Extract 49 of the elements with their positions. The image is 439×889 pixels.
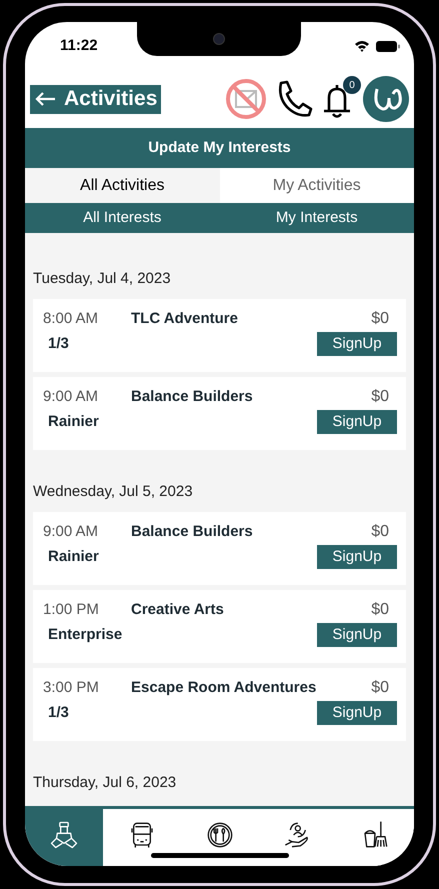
interest-filter-tab[interactable]: My Interests — [220, 203, 414, 233]
date-heading: Tuesday, Jul 4, 2023 — [33, 269, 172, 289]
status-time: 11:22 — [60, 36, 98, 56]
activity-card[interactable]: 9:00 AM Balance Builders $0 Rainier SignUp — [33, 512, 406, 585]
activity-card[interactable]: 9:00 AM Balance Builders $0 Rainier SignUp — [33, 377, 406, 450]
activity-time: 9:00 AM — [43, 386, 100, 407]
activity-price: $0 — [371, 387, 390, 407]
date-heading: Wednesday, Jul 5, 2023 — [33, 482, 194, 502]
activity-location: Rainier — [47, 546, 100, 567]
wifi-icon — [354, 40, 370, 52]
date-heading: Thursday, Jul 6, 2023 — [33, 773, 178, 793]
activity-location: Enterprise — [47, 624, 124, 645]
back-button[interactable]: Activities — [30, 84, 162, 114]
activity-location: 1/3 — [47, 334, 70, 354]
hands-icon — [49, 820, 79, 850]
battery-icon — [376, 40, 400, 52]
activity-card[interactable]: 1:00 PM Creative Arts $0 Enterprise SignUp — [33, 590, 406, 663]
signup-button[interactable]: SignUp — [317, 623, 397, 647]
dining-icon — [204, 820, 235, 850]
activity-price: $0 — [371, 600, 390, 620]
activity-location: 1/3 — [47, 702, 70, 723]
back-arrow-icon — [34, 91, 56, 107]
signup-button[interactable]: SignUp — [317, 332, 397, 356]
logo-icon[interactable] — [363, 76, 409, 122]
activity-price: $0 — [371, 309, 390, 329]
signup-button[interactable]: SignUp — [317, 545, 397, 569]
activity-title: TLC Adventure — [131, 308, 239, 329]
activity-location: Rainier — [47, 412, 100, 432]
activity-card[interactable]: 3:00 PM Escape Room Adventures $0 1/3 SignUp — [33, 668, 406, 741]
activity-time: 9:00 AM — [43, 522, 100, 542]
update-interests-button[interactable]: Update My Interests — [25, 128, 414, 168]
activity-title: Escape Room Adventures — [131, 678, 318, 698]
camera-icon — [213, 33, 225, 45]
activity-title: Creative Arts — [131, 600, 225, 620]
activity-title: Balance Builders — [131, 522, 254, 542]
activity-time: 8:00 AM — [43, 308, 100, 329]
activity-price: $0 — [371, 522, 390, 542]
activity-time: 1:00 PM — [43, 600, 100, 620]
activity-title: Balance Builders — [131, 386, 254, 407]
activity-card[interactable]: 8:00 AM TLC Adventure $0 1/3 SignUp — [33, 299, 406, 372]
activities-tab[interactable]: All Activities — [25, 168, 220, 203]
activity-time: 3:00 PM — [43, 678, 100, 698]
signup-button[interactable]: SignUp — [317, 701, 397, 725]
interest-filter-tab[interactable]: All Interests — [25, 203, 220, 233]
signup-button[interactable]: SignUp — [317, 410, 397, 434]
activity-price: $0 — [371, 678, 390, 698]
nav-tab[interactable] — [25, 809, 103, 866]
notification-badge: 0 — [343, 76, 361, 94]
bell-icon[interactable] — [321, 82, 353, 120]
